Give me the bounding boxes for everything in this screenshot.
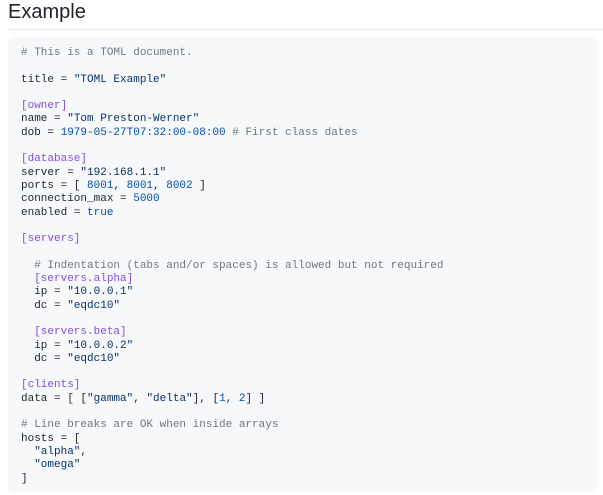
code-number: 1979-05-27T07:32:00-08:00 bbox=[60, 126, 226, 139]
code-text: name = bbox=[21, 113, 68, 126]
code-section: [owner] bbox=[21, 100, 68, 113]
code-line: [clients] bbox=[21, 379, 599, 392]
code-line: ​ bbox=[21, 366, 599, 379]
code-line: [servers.beta] bbox=[21, 326, 599, 339]
code-line: ​ bbox=[21, 60, 599, 73]
code-text: ip = bbox=[21, 339, 68, 352]
code-number: 8002 bbox=[166, 179, 193, 192]
code-text: dc = bbox=[21, 352, 68, 365]
code-text: hosts = [ bbox=[21, 432, 81, 445]
code-line: # Line breaks are OK when inside arrays bbox=[21, 419, 599, 432]
code-section: [servers] bbox=[21, 233, 81, 246]
code-line: ​ bbox=[21, 246, 599, 259]
code-string: "Tom Preston-Werner" bbox=[67, 113, 200, 126]
code-block[interactable]: # This is a TOML document.​title = "TOML… bbox=[8, 37, 599, 492]
code-string: "TOML Example" bbox=[73, 73, 167, 86]
code-comment: # Line breaks are OK when inside arrays bbox=[21, 419, 279, 432]
code-line: title = "TOML Example" bbox=[21, 74, 599, 87]
code-number: 8001 bbox=[126, 179, 154, 192]
code-text: , bbox=[153, 179, 167, 192]
code-text: dc = bbox=[21, 299, 68, 312]
code-section: [servers.beta] bbox=[34, 326, 127, 339]
code-string: "192.168.1.1" bbox=[80, 166, 167, 179]
code-text: server = bbox=[21, 166, 81, 179]
code-line: "omega" bbox=[21, 459, 599, 472]
code-text: data = [ [ bbox=[21, 392, 88, 405]
code-text: , bbox=[225, 392, 239, 405]
code-line: ports = [ 8001, 8001, 8002 ] bbox=[21, 180, 599, 193]
code-line: [servers] bbox=[21, 233, 599, 246]
code-text: ] bbox=[192, 179, 206, 192]
code-string: "omega" bbox=[34, 459, 81, 472]
code-line: # This is a TOML document. bbox=[21, 47, 599, 60]
code-text: title = bbox=[21, 73, 74, 86]
code-number: 1 bbox=[219, 392, 226, 405]
code-text: ] bbox=[21, 472, 28, 485]
code-line: ​ bbox=[21, 406, 599, 419]
code-string: "delta" bbox=[146, 392, 193, 405]
code-line: server = "192.168.1.1" bbox=[21, 167, 599, 180]
code-string: "eqdc10" bbox=[67, 352, 121, 365]
code-line: "alpha", bbox=[21, 446, 599, 459]
code-line: [servers.alpha] bbox=[21, 273, 599, 286]
code-comment: # Indentation (tabs and/or spaces) is al… bbox=[21, 259, 444, 272]
code-line: dob = 1979-05-27T07:32:00-08:00 # First … bbox=[21, 127, 599, 140]
code-string: "10.0.0.2" bbox=[67, 339, 134, 352]
code-string: "alpha" bbox=[34, 445, 81, 458]
code-section: [clients] bbox=[21, 379, 81, 392]
code-line: ​ bbox=[21, 220, 599, 233]
code-string: "10.0.0.1" bbox=[67, 286, 134, 299]
code-line: name = "Tom Preston-Werner" bbox=[21, 113, 599, 126]
code-number: 8001 bbox=[87, 179, 114, 192]
code-line: ​ bbox=[21, 140, 599, 153]
code-line: ​ bbox=[21, 313, 599, 326]
code-line: ip = "10.0.0.2" bbox=[21, 340, 599, 353]
code-number: true bbox=[87, 206, 114, 219]
code-line: data = [ ["gamma", "delta"], [1, 2] ] bbox=[21, 393, 599, 406]
code-text: ] ] bbox=[245, 392, 266, 405]
code-line: [database] bbox=[21, 153, 599, 166]
heading-divider bbox=[8, 29, 603, 30]
code-content: # This is a TOML document.​title = "TOML… bbox=[21, 47, 599, 486]
code-section: [servers.alpha] bbox=[34, 273, 134, 286]
code-line: ​ bbox=[21, 87, 599, 100]
code-text: enabled = bbox=[21, 206, 88, 219]
code-text: dob = bbox=[21, 126, 61, 139]
page-title: Example bbox=[8, 1, 86, 23]
code-line: enabled = true bbox=[21, 207, 599, 220]
code-line: hosts = [ bbox=[21, 433, 599, 446]
code-line: # Indentation (tabs and/or spaces) is al… bbox=[21, 260, 599, 273]
code-number: 5000 bbox=[133, 193, 160, 206]
code-string: "eqdc10" bbox=[67, 299, 121, 312]
code-string: "gamma" bbox=[87, 392, 134, 405]
code-text: ], [ bbox=[192, 392, 220, 405]
code-text: , bbox=[80, 445, 88, 458]
code-line: ip = "10.0.0.1" bbox=[21, 286, 599, 299]
code-line: dc = "eqdc10" bbox=[21, 353, 599, 366]
code-line: connection_max = 5000 bbox=[21, 193, 599, 206]
code-section: [database] bbox=[21, 153, 88, 166]
code-text: , bbox=[113, 179, 127, 192]
code-text: ip = bbox=[21, 286, 68, 299]
code-text: ports = [ bbox=[21, 179, 88, 192]
code-line: ] bbox=[21, 473, 599, 486]
code-comment: # First class dates bbox=[225, 126, 358, 139]
code-text: , bbox=[133, 392, 147, 405]
code-line: [owner] bbox=[21, 100, 599, 113]
code-line: dc = "eqdc10" bbox=[21, 300, 599, 313]
code-text: connection_max = bbox=[21, 193, 134, 206]
code-comment: # This is a TOML document. bbox=[21, 47, 193, 59]
